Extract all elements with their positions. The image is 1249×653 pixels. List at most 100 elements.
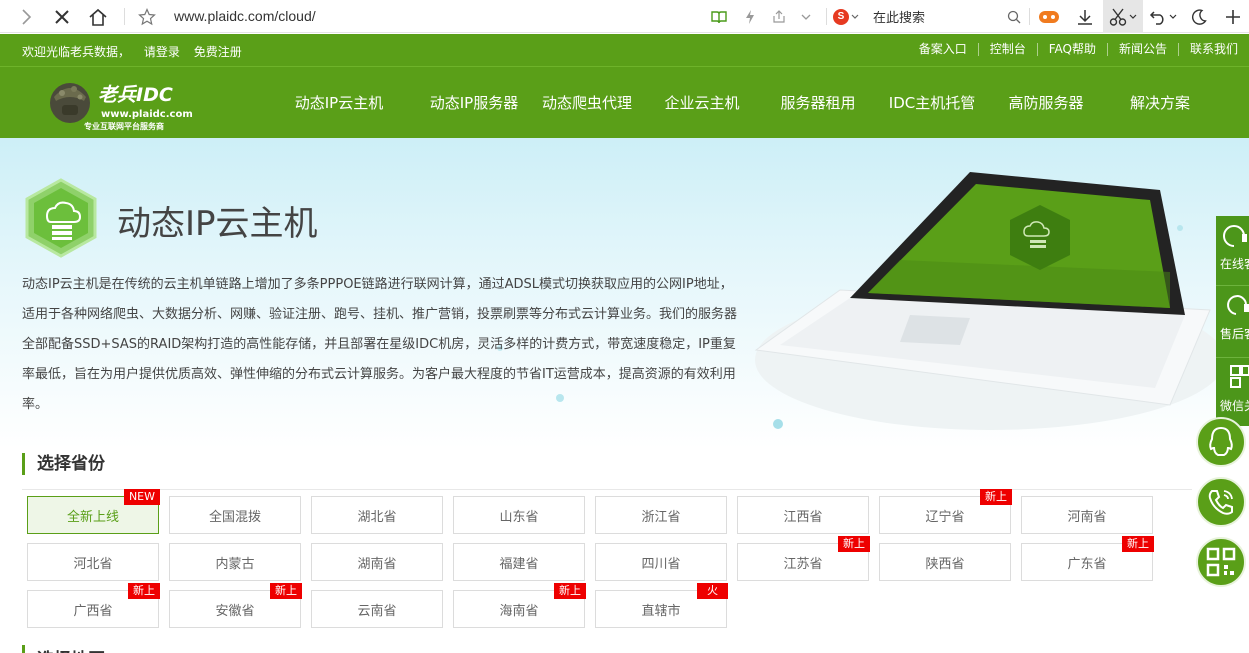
svg-text:www.plaidc.com: www.plaidc.com xyxy=(101,109,193,120)
page-title: 动态IP云主机 xyxy=(117,204,318,244)
nav-idc-hosting[interactable]: IDC主机托管 xyxy=(868,67,996,139)
search-placeholder: 在此搜索 xyxy=(873,11,926,26)
nav-enterprise-cloud[interactable]: 企业云主机 xyxy=(636,67,768,139)
province-option[interactable]: 四川省 xyxy=(595,543,727,581)
plus-icon[interactable] xyxy=(1220,0,1246,33)
chevron-down-icon[interactable] xyxy=(796,0,816,33)
province-option[interactable]: 浙江省 xyxy=(595,496,727,534)
toolbar-divider xyxy=(1029,8,1030,25)
forward-icon[interactable] xyxy=(12,0,40,33)
star-icon[interactable] xyxy=(134,0,160,33)
qrcode-button[interactable] xyxy=(1196,537,1246,587)
lightning-icon[interactable] xyxy=(740,0,760,33)
top-link-console[interactable]: 控制台 xyxy=(977,43,1037,56)
gamepad-icon[interactable] xyxy=(1036,0,1062,33)
download-icon[interactable] xyxy=(1072,0,1098,33)
province-option[interactable]: 河北省 xyxy=(27,543,159,581)
svg-text:专业互联网平台服务商: 专业互联网平台服务商 xyxy=(84,121,164,131)
welcome-area: 欢迎光临老兵数据， 请登录 免费注册 xyxy=(22,43,252,60)
sogou-icon[interactable]: S xyxy=(833,8,849,25)
cloud-host-icon xyxy=(21,178,101,258)
new-badge: 新上 xyxy=(1122,536,1154,552)
undo-icon[interactable] xyxy=(1145,0,1181,33)
nav-dynamic-ip-server[interactable]: 动态IP服务器 xyxy=(410,67,538,139)
province-option[interactable]: 湖北省 xyxy=(311,496,443,534)
top-link-contact[interactable]: 联系我们 xyxy=(1177,43,1249,56)
side-item-after-sales[interactable]: 售后客服 xyxy=(1216,288,1249,358)
new-badge: NEW xyxy=(123,489,160,505)
top-strip: 欢迎光临老兵数据， 请登录 免费注册 备案入口 控制台 FAQ帮助 新闻公告 联… xyxy=(0,34,1249,66)
toolbar-divider xyxy=(124,8,125,25)
province-option[interactable]: 河南省 xyxy=(1021,496,1153,534)
province-option[interactable]: 全国混拨 xyxy=(169,496,301,534)
province-option[interactable]: 江苏省 新上 xyxy=(737,536,870,581)
nav-crawler-proxy[interactable]: 动态爬虫代理 xyxy=(538,67,636,139)
province-option[interactable]: 广东省 新上 xyxy=(1021,536,1154,581)
nav-dynamic-ip-cloud[interactable]: 动态IP云主机 xyxy=(268,67,410,139)
product-description: 动态IP云主机是在传统的云主机单链路上增加了多条PPPOE链路进行联网计算，通过… xyxy=(22,277,738,412)
toolbar-divider xyxy=(826,8,827,25)
new-badge: 新上 xyxy=(270,583,302,599)
nav-items: 动态IP云主机 动态IP服务器 动态爬虫代理 企业云主机 服务器租用 IDC主机… xyxy=(268,67,1224,139)
home-icon[interactable] xyxy=(84,0,112,33)
new-badge: 新上 xyxy=(838,536,870,552)
address-bar[interactable]: www.plaidc.com/cloud/ xyxy=(174,8,316,24)
reader-icon[interactable] xyxy=(708,0,730,33)
hot-badge: 火 xyxy=(697,583,728,599)
province-option[interactable]: 海南省 新上 xyxy=(453,583,586,628)
side-service-bar: 在线客服 售后客服 微信关注 xyxy=(1216,216,1249,426)
register-link[interactable]: 免费注册 xyxy=(194,45,242,59)
province-option[interactable]: 湖南省 xyxy=(311,543,443,581)
qq-button[interactable] xyxy=(1196,417,1246,467)
share-icon[interactable] xyxy=(768,0,790,33)
main-nav: 老兵IDC www.plaidc.com 专业互联网平台服务商 动态IP云主机 … xyxy=(0,66,1249,138)
headset-icon xyxy=(1227,295,1249,315)
new-badge: 新上 xyxy=(554,583,586,599)
side-label: 售后客服 xyxy=(1220,327,1249,341)
province-option[interactable]: 内蒙古 xyxy=(169,543,301,581)
top-links: 备案入口 控制台 FAQ帮助 新闻公告 联系我们 xyxy=(908,43,1249,56)
side-label: 在线客服 xyxy=(1220,257,1249,271)
qr-code-icon xyxy=(1206,547,1236,577)
province-option[interactable]: 辽宁省 新上 xyxy=(879,489,1012,534)
side-item-online-service[interactable]: 在线客服 xyxy=(1216,222,1249,286)
headset-icon xyxy=(1223,225,1247,247)
phone-icon xyxy=(1208,490,1233,515)
close-icon[interactable] xyxy=(48,0,76,33)
top-link-news[interactable]: 新闻公告 xyxy=(1106,43,1178,56)
province-option[interactable]: 江西省 xyxy=(737,496,869,534)
search-input[interactable]: S 在此搜索 xyxy=(833,4,1029,29)
province-option[interactable]: 福建省 xyxy=(453,543,585,581)
screenshot-icon[interactable] xyxy=(1103,0,1143,33)
qq-icon xyxy=(1209,426,1233,456)
nav-ddos-server[interactable]: 高防服务器 xyxy=(996,67,1096,139)
province-option[interactable]: 直辖市火 xyxy=(595,583,728,628)
chevron-down-icon[interactable] xyxy=(851,14,859,20)
new-badge: 新上 xyxy=(128,583,160,599)
new-badge: 新上 xyxy=(980,489,1012,505)
phone-button[interactable] xyxy=(1196,477,1246,527)
top-link-faq[interactable]: FAQ帮助 xyxy=(1036,43,1107,56)
province-option[interactable]: 全新上线 NEW xyxy=(27,489,160,534)
section-divider xyxy=(22,489,1192,490)
province-option[interactable]: 云南省 xyxy=(311,590,443,628)
nav-solutions[interactable]: 解决方案 xyxy=(1096,67,1224,139)
province-option[interactable]: 安徽省 新上 xyxy=(169,583,302,628)
province-option[interactable]: 山东省 xyxy=(453,496,585,534)
nav-server-rental[interactable]: 服务器租用 xyxy=(768,67,868,139)
login-link[interactable]: 请登录 xyxy=(144,45,180,59)
site-logo[interactable]: 老兵IDC www.plaidc.com 专业互联网平台服务商 xyxy=(46,77,200,131)
welcome-text: 欢迎光临老兵数据， xyxy=(22,45,131,59)
qr-code-icon xyxy=(1230,365,1249,388)
province-option[interactable]: 陕西省 xyxy=(879,543,1011,581)
section-title-region: 选择地区 xyxy=(22,645,105,653)
night-mode-icon[interactable] xyxy=(1186,0,1212,33)
svg-text:老兵IDC: 老兵IDC xyxy=(98,84,173,106)
section-title-province: 选择省份 xyxy=(22,453,105,475)
search-icon[interactable] xyxy=(1003,0,1025,33)
top-link-beian[interactable]: 备案入口 xyxy=(908,43,978,56)
browser-toolbar: www.plaidc.com/cloud/ S 在此搜索 xyxy=(0,0,1249,33)
laptop-illustration xyxy=(740,160,1225,460)
province-option[interactable]: 广西省 新上 xyxy=(27,583,160,628)
side-label: 微信关注 xyxy=(1220,399,1249,413)
